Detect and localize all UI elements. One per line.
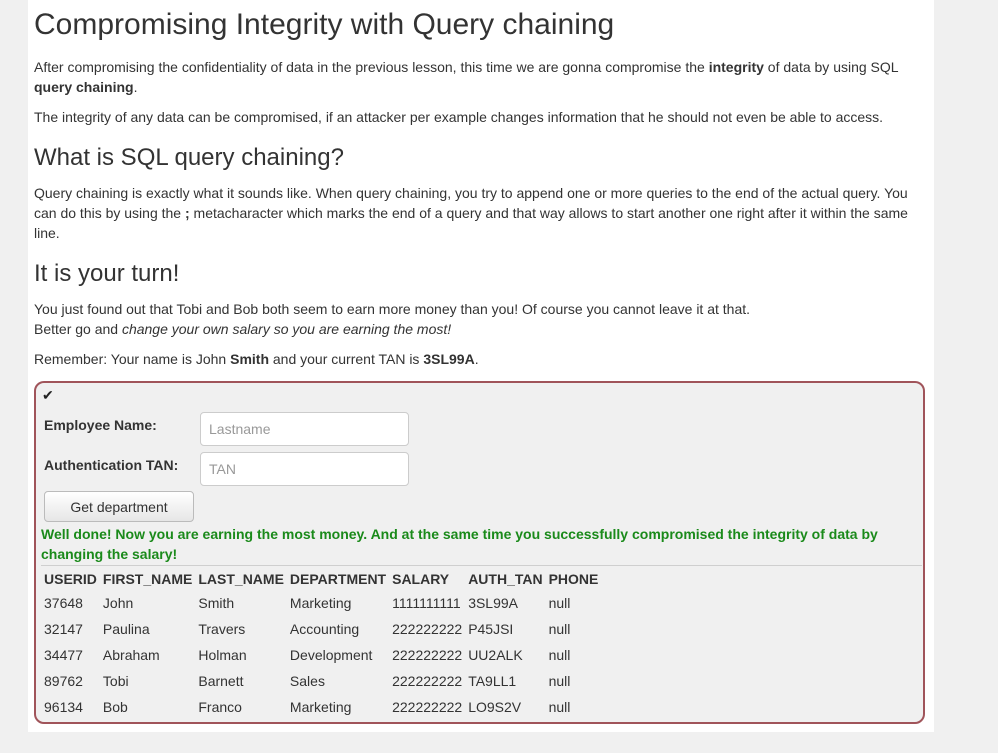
table-row: 89762 Tobi Barnett Sales 222222222 TA9LL… bbox=[44, 668, 604, 694]
table-cell: John bbox=[102, 595, 134, 611]
table-cell: null bbox=[548, 647, 571, 663]
table-cell: LO9S2V bbox=[468, 699, 522, 715]
column-header: PHONE bbox=[548, 571, 599, 587]
table-cell: Smith bbox=[198, 595, 235, 611]
table-cell: Marketing bbox=[289, 595, 352, 611]
get-department-button[interactable]: Get department bbox=[44, 491, 194, 522]
table-cell: Development bbox=[289, 647, 373, 663]
divider bbox=[41, 565, 922, 566]
employee-name-label: Employee Name: bbox=[44, 417, 157, 433]
column-header: USERID bbox=[44, 571, 97, 587]
table-cell: null bbox=[548, 595, 571, 611]
table-cell: Sales bbox=[289, 673, 325, 689]
success-feedback: Well done! Now you are earning the most … bbox=[41, 526, 878, 562]
table-cell: Tobi bbox=[102, 673, 129, 689]
table-cell: P45JSI bbox=[468, 621, 514, 637]
table-cell: 222222222 bbox=[392, 673, 463, 689]
table-cell: TA9LL1 bbox=[468, 673, 517, 689]
table-cell: Marketing bbox=[289, 699, 352, 715]
table-cell: null bbox=[548, 621, 571, 637]
intro-paragraph: After compromising the confidentiality o… bbox=[34, 59, 899, 95]
remember-paragraph: Remember: Your name is John Smith and yo… bbox=[34, 351, 479, 367]
column-header: LAST_NAME bbox=[198, 571, 284, 587]
results-table: USERID FIRST_NAME LAST_NAME DEPARTMENT S… bbox=[44, 568, 604, 720]
table-row: 34477 Abraham Holman Development 2222222… bbox=[44, 642, 604, 668]
table-row: 37648 John Smith Marketing 1111111111 3S… bbox=[44, 590, 604, 616]
auth-tan-label: Authentication TAN: bbox=[44, 457, 179, 473]
table-cell: Paulina bbox=[102, 621, 150, 637]
table-cell: Accounting bbox=[289, 621, 360, 637]
attack-container: ✔ Employee Name: Authentication TAN: Get… bbox=[34, 381, 925, 724]
table-cell: 37648 bbox=[44, 595, 83, 611]
table-cell: Travers bbox=[198, 621, 246, 637]
table-cell: 222222222 bbox=[392, 647, 463, 663]
your-turn-paragraph: You just found out that Tobi and Bob bot… bbox=[34, 301, 751, 337]
table-row: 96134 Bob Franco Marketing 222222222 LO9… bbox=[44, 694, 604, 720]
table-cell: 34477 bbox=[44, 647, 83, 663]
auth-tan-input[interactable] bbox=[200, 452, 409, 486]
table-cell: 222222222 bbox=[392, 699, 463, 715]
table-cell: Barnett bbox=[198, 673, 244, 689]
column-header: SALARY bbox=[392, 571, 450, 587]
table-header-row: USERID FIRST_NAME LAST_NAME DEPARTMENT S… bbox=[44, 568, 604, 590]
table-row: 32147 Paulina Travers Accounting 2222222… bbox=[44, 616, 604, 642]
section-title-your-turn: It is your turn! bbox=[34, 260, 180, 287]
table-cell: Bob bbox=[102, 699, 128, 715]
table-cell: 1111111111 bbox=[392, 595, 461, 611]
table-cell: 3SL99A bbox=[468, 595, 519, 611]
integrity-paragraph: The integrity of any data can be comprom… bbox=[34, 109, 884, 125]
table-cell: null bbox=[548, 673, 571, 689]
lesson-title: Compromising Integrity with Query chaini… bbox=[34, 8, 615, 41]
table-cell: 32147 bbox=[44, 621, 83, 637]
section-title-chaining: What is SQL query chaining? bbox=[34, 144, 344, 171]
employee-name-input[interactable] bbox=[200, 412, 409, 446]
column-header: AUTH_TAN bbox=[468, 571, 543, 587]
table-cell: UU2ALK bbox=[468, 647, 523, 663]
column-header: FIRST_NAME bbox=[102, 571, 193, 587]
checkmark-icon: ✔ bbox=[42, 387, 54, 403]
table-cell: 89762 bbox=[44, 673, 83, 689]
table-cell: Franco bbox=[198, 699, 242, 715]
chaining-paragraph: Query chaining is exactly what it sounds… bbox=[34, 185, 908, 241]
table-cell: Abraham bbox=[102, 647, 160, 663]
table-cell: 96134 bbox=[44, 699, 83, 715]
table-cell: Holman bbox=[198, 647, 247, 663]
table-cell: null bbox=[548, 699, 571, 715]
table-cell: 222222222 bbox=[392, 621, 463, 637]
column-header: DEPARTMENT bbox=[289, 571, 387, 587]
